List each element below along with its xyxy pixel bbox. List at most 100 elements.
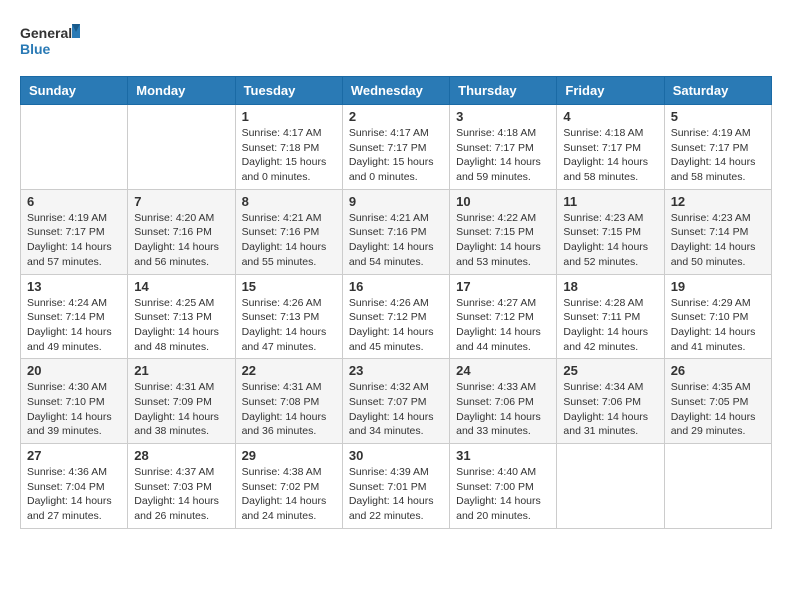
day-number: 6 xyxy=(27,194,121,209)
day-number: 9 xyxy=(349,194,443,209)
logo-svg: General Blue xyxy=(20,20,80,60)
day-number: 14 xyxy=(134,279,228,294)
calendar-cell: 16 Sunrise: 4:26 AM Sunset: 7:12 PM Dayli… xyxy=(342,274,449,359)
calendar-cell: 25 Sunrise: 4:34 AM Sunset: 7:06 PM Dayli… xyxy=(557,359,664,444)
day-number: 10 xyxy=(456,194,550,209)
day-number: 18 xyxy=(563,279,657,294)
day-info: Sunrise: 4:19 AM Sunset: 7:17 PM Dayligh… xyxy=(27,211,121,270)
calendar-cell: 6 Sunrise: 4:19 AM Sunset: 7:17 PM Daylig… xyxy=(21,189,128,274)
calendar-cell: 12 Sunrise: 4:23 AM Sunset: 7:14 PM Dayli… xyxy=(664,189,771,274)
calendar-cell: 9 Sunrise: 4:21 AM Sunset: 7:16 PM Daylig… xyxy=(342,189,449,274)
day-number: 2 xyxy=(349,109,443,124)
day-info: Sunrise: 4:27 AM Sunset: 7:12 PM Dayligh… xyxy=(456,296,550,355)
day-info: Sunrise: 4:39 AM Sunset: 7:01 PM Dayligh… xyxy=(349,465,443,524)
day-number: 13 xyxy=(27,279,121,294)
day-number: 30 xyxy=(349,448,443,463)
day-info: Sunrise: 4:18 AM Sunset: 7:17 PM Dayligh… xyxy=(563,126,657,185)
day-number: 3 xyxy=(456,109,550,124)
day-info: Sunrise: 4:17 AM Sunset: 7:17 PM Dayligh… xyxy=(349,126,443,185)
day-info: Sunrise: 4:34 AM Sunset: 7:06 PM Dayligh… xyxy=(563,380,657,439)
calendar-cell: 23 Sunrise: 4:32 AM Sunset: 7:07 PM Dayli… xyxy=(342,359,449,444)
day-info: Sunrise: 4:32 AM Sunset: 7:07 PM Dayligh… xyxy=(349,380,443,439)
day-number: 25 xyxy=(563,363,657,378)
day-number: 17 xyxy=(456,279,550,294)
day-number: 11 xyxy=(563,194,657,209)
day-number: 24 xyxy=(456,363,550,378)
calendar-cell: 11 Sunrise: 4:23 AM Sunset: 7:15 PM Dayli… xyxy=(557,189,664,274)
day-number: 16 xyxy=(349,279,443,294)
calendar-cell: 30 Sunrise: 4:39 AM Sunset: 7:01 PM Dayli… xyxy=(342,444,449,529)
weekday-header-sunday: Sunday xyxy=(21,77,128,105)
calendar-cell: 18Sunrise: 4:28 AM Sunset: 7:11 PM Dayli… xyxy=(557,274,664,359)
calendar-cell: 10 Sunrise: 4:22 AM Sunset: 7:15 PM Dayli… xyxy=(450,189,557,274)
svg-text:Blue: Blue xyxy=(20,41,51,57)
calendar-cell: 31 Sunrise: 4:40 AM Sunset: 7:00 PM Dayli… xyxy=(450,444,557,529)
calendar-cell: 8Sunrise: 4:21 AM Sunset: 7:16 PM Daylig… xyxy=(235,189,342,274)
weekday-header-row: SundayMondayTuesdayWednesdayThursdayFrid… xyxy=(21,77,772,105)
day-number: 15 xyxy=(242,279,336,294)
day-number: 26 xyxy=(671,363,765,378)
day-info: Sunrise: 4:35 AM Sunset: 7:05 PM Dayligh… xyxy=(671,380,765,439)
day-info: Sunrise: 4:20 AM Sunset: 7:16 PM Dayligh… xyxy=(134,211,228,270)
day-number: 12 xyxy=(671,194,765,209)
day-number: 7 xyxy=(134,194,228,209)
day-info: Sunrise: 4:23 AM Sunset: 7:14 PM Dayligh… xyxy=(671,211,765,270)
calendar-cell: 26 Sunrise: 4:35 AM Sunset: 7:05 PM Dayli… xyxy=(664,359,771,444)
day-number: 5 xyxy=(671,109,765,124)
calendar-cell: 5Sunrise: 4:19 AM Sunset: 7:17 PM Daylig… xyxy=(664,105,771,190)
day-info: Sunrise: 4:21 AM Sunset: 7:16 PM Dayligh… xyxy=(242,211,336,270)
day-info: Sunrise: 4:18 AM Sunset: 7:17 PM Dayligh… xyxy=(456,126,550,185)
calendar-cell: 20Sunrise: 4:30 AM Sunset: 7:10 PM Dayli… xyxy=(21,359,128,444)
calendar-week-row: 6 Sunrise: 4:19 AM Sunset: 7:17 PM Daylig… xyxy=(21,189,772,274)
day-info: Sunrise: 4:21 AM Sunset: 7:16 PM Dayligh… xyxy=(349,211,443,270)
weekday-header-monday: Monday xyxy=(128,77,235,105)
day-info: Sunrise: 4:31 AM Sunset: 7:09 PM Dayligh… xyxy=(134,380,228,439)
calendar-cell xyxy=(557,444,664,529)
day-number: 27 xyxy=(27,448,121,463)
calendar-week-row: 20Sunrise: 4:30 AM Sunset: 7:10 PM Dayli… xyxy=(21,359,772,444)
day-info: Sunrise: 4:40 AM Sunset: 7:00 PM Dayligh… xyxy=(456,465,550,524)
day-info: Sunrise: 4:26 AM Sunset: 7:12 PM Dayligh… xyxy=(349,296,443,355)
calendar-cell: 4 Sunrise: 4:18 AM Sunset: 7:17 PM Daylig… xyxy=(557,105,664,190)
day-info: Sunrise: 4:29 AM Sunset: 7:10 PM Dayligh… xyxy=(671,296,765,355)
day-info: Sunrise: 4:36 AM Sunset: 7:04 PM Dayligh… xyxy=(27,465,121,524)
weekday-header-tuesday: Tuesday xyxy=(235,77,342,105)
calendar-cell: 22 Sunrise: 4:31 AM Sunset: 7:08 PM Dayli… xyxy=(235,359,342,444)
day-number: 29 xyxy=(242,448,336,463)
calendar-cell: 3 Sunrise: 4:18 AM Sunset: 7:17 PM Daylig… xyxy=(450,105,557,190)
day-number: 22 xyxy=(242,363,336,378)
calendar-cell xyxy=(21,105,128,190)
calendar-cell: 21 Sunrise: 4:31 AM Sunset: 7:09 PM Dayli… xyxy=(128,359,235,444)
day-number: 21 xyxy=(134,363,228,378)
calendar-cell: 24 Sunrise: 4:33 AM Sunset: 7:06 PM Dayli… xyxy=(450,359,557,444)
weekday-header-saturday: Saturday xyxy=(664,77,771,105)
day-info: Sunrise: 4:33 AM Sunset: 7:06 PM Dayligh… xyxy=(456,380,550,439)
calendar-table: SundayMondayTuesdayWednesdayThursdayFrid… xyxy=(20,76,772,529)
day-number: 31 xyxy=(456,448,550,463)
day-info: Sunrise: 4:26 AM Sunset: 7:13 PM Dayligh… xyxy=(242,296,336,355)
day-info: Sunrise: 4:24 AM Sunset: 7:14 PM Dayligh… xyxy=(27,296,121,355)
logo: General Blue xyxy=(20,20,80,60)
day-info: Sunrise: 4:22 AM Sunset: 7:15 PM Dayligh… xyxy=(456,211,550,270)
day-number: 4 xyxy=(563,109,657,124)
calendar-cell xyxy=(128,105,235,190)
day-number: 23 xyxy=(349,363,443,378)
calendar-cell: 2 Sunrise: 4:17 AM Sunset: 7:17 PM Daylig… xyxy=(342,105,449,190)
calendar-cell: 1Sunrise: 4:17 AM Sunset: 7:18 PM Daylig… xyxy=(235,105,342,190)
day-info: Sunrise: 4:31 AM Sunset: 7:08 PM Dayligh… xyxy=(242,380,336,439)
calendar-cell: 27 Sunrise: 4:36 AM Sunset: 7:04 PM Dayli… xyxy=(21,444,128,529)
calendar-cell xyxy=(664,444,771,529)
svg-text:General: General xyxy=(20,25,72,41)
weekday-header-friday: Friday xyxy=(557,77,664,105)
calendar-cell: 7 Sunrise: 4:20 AM Sunset: 7:16 PM Daylig… xyxy=(128,189,235,274)
calendar-cell: 19 Sunrise: 4:29 AM Sunset: 7:10 PM Dayli… xyxy=(664,274,771,359)
day-info: Sunrise: 4:23 AM Sunset: 7:15 PM Dayligh… xyxy=(563,211,657,270)
day-info: Sunrise: 4:37 AM Sunset: 7:03 PM Dayligh… xyxy=(134,465,228,524)
day-number: 20 xyxy=(27,363,121,378)
calendar-week-row: 27 Sunrise: 4:36 AM Sunset: 7:04 PM Dayli… xyxy=(21,444,772,529)
weekday-header-thursday: Thursday xyxy=(450,77,557,105)
calendar-cell: 17 Sunrise: 4:27 AM Sunset: 7:12 PM Dayli… xyxy=(450,274,557,359)
day-info: Sunrise: 4:38 AM Sunset: 7:02 PM Dayligh… xyxy=(242,465,336,524)
weekday-header-wednesday: Wednesday xyxy=(342,77,449,105)
day-number: 19 xyxy=(671,279,765,294)
